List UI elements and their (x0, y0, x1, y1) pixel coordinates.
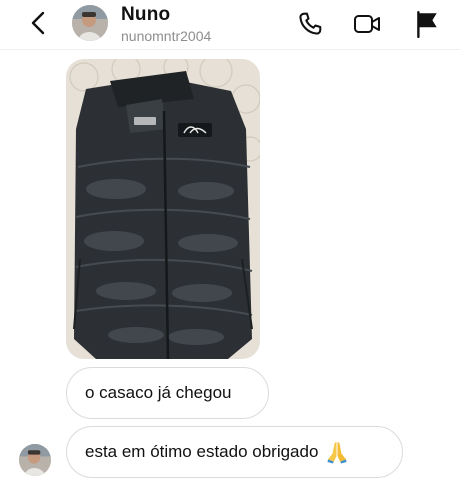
folded-hands-emoji (327, 442, 347, 464)
video-camera-icon (354, 15, 380, 33)
video-call-button[interactable] (353, 10, 381, 38)
phone-call-button[interactable] (296, 10, 324, 38)
avatar-image (72, 5, 108, 41)
flag-icon (417, 10, 437, 38)
message-bubble[interactable]: esta em ótimo estado obrigado (66, 426, 403, 478)
avatar-image (19, 444, 51, 476)
chevron-left-icon (31, 11, 45, 35)
message-text: o casaco já chegou (85, 383, 232, 402)
phone-icon (299, 12, 322, 35)
chat-header: Nuno nunomntr2004 (0, 0, 460, 50)
jacket-photo (66, 59, 260, 359)
photo-message[interactable] (66, 59, 260, 359)
contact-name[interactable]: Nuno (121, 4, 170, 26)
report-button[interactable] (413, 10, 441, 38)
message-text: esta em ótimo estado obrigado (85, 442, 319, 461)
message-bubble[interactable]: o casaco já chegou (66, 367, 269, 419)
back-button[interactable] (26, 9, 50, 37)
sender-avatar[interactable] (19, 444, 51, 476)
contact-username[interactable]: nunomntr2004 (121, 28, 211, 44)
header-avatar[interactable] (72, 5, 108, 41)
